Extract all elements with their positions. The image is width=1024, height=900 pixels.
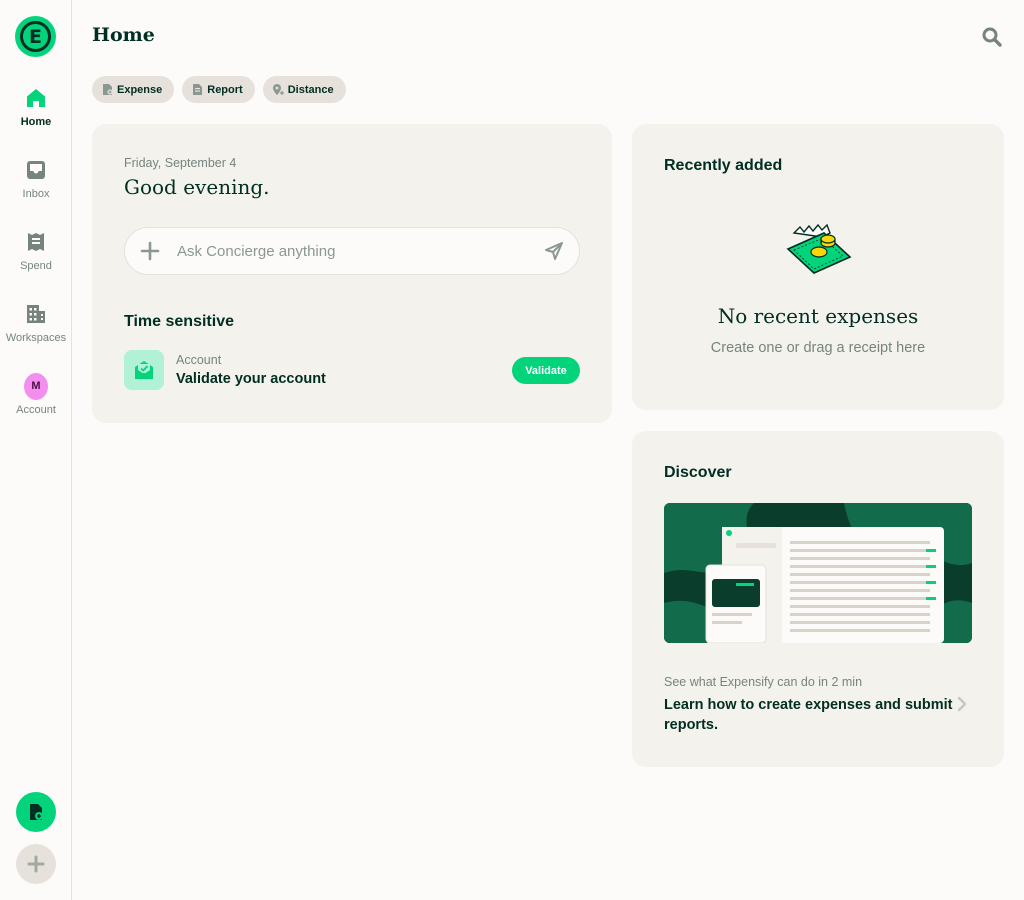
sidebar-item-workspaces[interactable]: Workspaces (0, 302, 72, 362)
sidebar-item-label: Spend (20, 260, 52, 272)
money-receipt-illustration (786, 223, 852, 274)
sidebar-item-label: Home (20, 116, 52, 128)
building-icon (24, 302, 48, 326)
sidebar-item-spend[interactable]: Spend (0, 230, 72, 290)
report-chip[interactable]: Report (182, 76, 255, 103)
global-create-button[interactable] (16, 844, 56, 884)
distance-chip-label: Distance (287, 83, 334, 96)
distance-icon (272, 84, 284, 95)
search-button[interactable] (980, 25, 1004, 49)
expense-icon (103, 84, 113, 95)
validate-account-icon (124, 350, 164, 390)
home-card: Friday, September 4 Good evening. Time s… (92, 124, 612, 423)
concierge-ask-box (124, 227, 580, 275)
avatar-wrap: M (24, 372, 48, 400)
search-icon (982, 27, 1002, 47)
distance-chip[interactable]: Distance (262, 76, 346, 103)
discover-title: Discover (664, 464, 732, 481)
time-sensitive-item-title: Validate your account (176, 371, 326, 387)
validate-button[interactable]: Validate (512, 357, 580, 384)
plus-icon[interactable] (139, 240, 161, 262)
time-sensitive-category: Account (176, 353, 222, 367)
avatar: M (24, 372, 48, 400)
new-expense-button[interactable] (16, 792, 56, 832)
sidebar-item-inbox[interactable]: Inbox (0, 158, 72, 218)
sidebar-item-label: Workspaces (5, 332, 67, 344)
quick-actions: Expense Report Distance (92, 76, 346, 103)
product-tour-image[interactable] (664, 503, 972, 643)
sidebar-item-label: Inbox (22, 188, 50, 200)
sidebar-item-account[interactable]: M Account (0, 372, 72, 432)
logo-letter: E (20, 21, 51, 52)
sidebar: E Home Inbox Spend Workspaces M Account (0, 0, 72, 900)
discover-subtitle: See what Expensify can do in 2 min (664, 675, 863, 689)
expense-chip[interactable]: Expense (92, 76, 175, 103)
recently-added-title: Recently added (664, 157, 783, 174)
plus-icon (27, 855, 45, 873)
time-sensitive-title: Time sensitive (124, 313, 234, 330)
sidebar-item-home[interactable]: Home (0, 86, 72, 146)
expense-chip-label: Expense (117, 83, 163, 96)
current-date: Friday, September 4 (124, 156, 237, 170)
recently-added-card: Recently added No recent expenses Create… (632, 124, 1004, 410)
page-title: Home (92, 24, 155, 46)
new-expense-icon (30, 804, 43, 820)
empty-state-title: No recent expenses (717, 304, 919, 328)
home-icon (24, 86, 48, 110)
discover-card: Discover See what Expensify can do in 2 … (632, 431, 1004, 767)
inbox-icon (24, 158, 48, 182)
discover-link[interactable]: Learn how to create expenses and submit … (664, 695, 954, 735)
empty-state-subtitle: Create one or drag a receipt here (710, 340, 926, 356)
report-icon (193, 84, 203, 95)
greeting: Good evening. (124, 175, 270, 199)
receipt-icon (24, 230, 48, 254)
sidebar-item-label: Account (16, 404, 56, 416)
send-icon[interactable] (543, 240, 565, 262)
chevron-right-icon[interactable] (954, 696, 970, 712)
expensify-logo[interactable]: E (15, 16, 56, 57)
concierge-input[interactable] (177, 242, 543, 260)
report-chip-label: Report (207, 83, 243, 96)
